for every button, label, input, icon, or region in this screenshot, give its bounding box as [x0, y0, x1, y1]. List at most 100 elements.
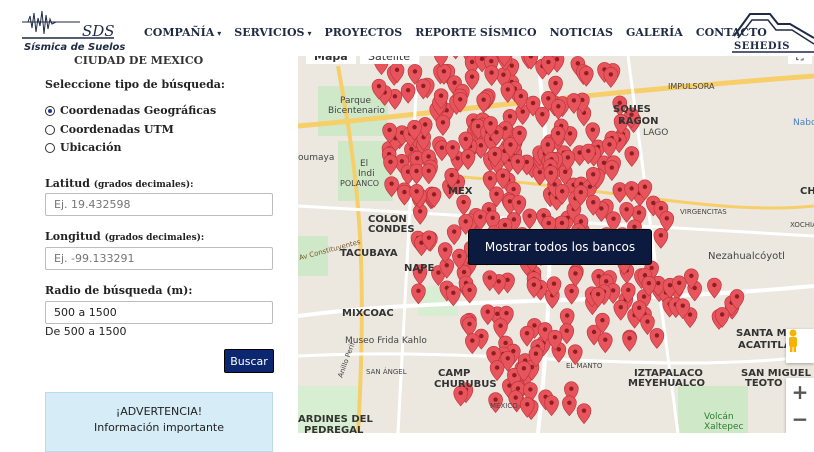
map-marker-dot: [656, 281, 660, 285]
radius-input[interactable]: [45, 301, 273, 324]
show-all-banks-button[interactable]: Mostrar todos los bancos: [468, 229, 652, 265]
map-marker-dot: [546, 60, 550, 64]
map-marker-icon[interactable]: [490, 361, 504, 381]
map-marker-dot: [619, 305, 623, 309]
map-label: Xaltepec: [704, 422, 743, 432]
map-marker-icon[interactable]: [577, 404, 591, 424]
map-marker-icon[interactable]: [568, 266, 582, 286]
map-marker-dot: [610, 165, 614, 169]
nav-compania[interactable]: COMPAÑÍA▾: [144, 26, 221, 39]
main-nav: COMPAÑÍA▾ SERVICIOS▾ PROYECTOS REPORTE S…: [144, 26, 780, 39]
zoom-out-button[interactable]: −: [786, 405, 814, 432]
map-marker-icon[interactable]: [579, 66, 593, 86]
map-marker-icon[interactable]: [605, 161, 619, 181]
logo-text: SDS: [82, 22, 115, 40]
map-label: oumaya: [298, 153, 334, 163]
map-marker-dot: [412, 125, 416, 129]
map-marker-icon[interactable]: [461, 150, 475, 170]
map-marker-dot: [513, 395, 517, 399]
map-marker-icon[interactable]: [545, 396, 559, 416]
nav-galeria[interactable]: GALERÍA: [626, 26, 683, 39]
map-marker-dot: [503, 223, 507, 227]
map-marker-icon[interactable]: [598, 333, 612, 353]
map-marker-dot: [607, 142, 611, 146]
latitude-label-text: Latitud: [45, 177, 90, 190]
map-marker-icon[interactable]: [613, 183, 627, 203]
nav-reporte-sismico[interactable]: REPORTE SÍSMICO: [415, 26, 536, 39]
map-marker-dot: [591, 172, 595, 176]
map-marker-icon[interactable]: [614, 300, 628, 320]
map-marker-dot: [547, 221, 551, 225]
map-marker-dot: [629, 186, 633, 190]
map-marker-dot: [532, 323, 536, 327]
map-marker-dot: [591, 128, 595, 132]
map-marker-dot: [525, 331, 529, 335]
map-marker-icon[interactable]: [625, 146, 639, 166]
map-marker-icon[interactable]: [654, 228, 668, 248]
fullscreen-icon[interactable]: ⛶: [788, 56, 812, 64]
map-marker-icon[interactable]: [449, 56, 463, 59]
map-marker-icon[interactable]: [485, 66, 499, 86]
nav-servicios[interactable]: SERVICIOS▾: [234, 26, 311, 39]
sds-logo[interactable]: SDS Sísmica de Suelos: [22, 10, 114, 54]
map-marker-icon[interactable]: [447, 225, 461, 245]
radio-ubicacion[interactable]: Ubicación: [45, 141, 122, 154]
map-marker-icon[interactable]: [650, 328, 664, 348]
map-marker-dot: [549, 400, 553, 404]
map-marker-icon[interactable]: [511, 154, 525, 174]
map-marker-icon[interactable]: [463, 283, 477, 303]
radio-coordenadas-geograficas[interactable]: Coordenadas Geográficas: [45, 104, 216, 117]
nav-proyectos[interactable]: PROYECTOS: [324, 26, 402, 39]
map-marker-icon[interactable]: [401, 83, 415, 103]
map-marker-dot: [458, 391, 462, 395]
latitude-input[interactable]: [45, 193, 273, 216]
map-marker-dot: [624, 207, 628, 211]
map-marker-icon[interactable]: [551, 99, 565, 119]
map-marker-icon[interactable]: [604, 67, 618, 87]
map-marker-dot: [493, 152, 497, 156]
radio-coordenadas-utm[interactable]: Coordenadas UTM: [45, 123, 174, 136]
map-marker-dot: [525, 160, 529, 164]
map-marker-icon[interactable]: [562, 396, 576, 416]
nav-noticias[interactable]: NOTICIAS: [550, 26, 613, 39]
map-marker-dot: [565, 328, 569, 332]
map-marker-icon[interactable]: [501, 82, 515, 102]
map-marker-dot: [532, 283, 536, 287]
radio-selected-icon: [45, 106, 55, 116]
tab-satelite[interactable]: Satélite: [360, 56, 418, 64]
map-label: POLANCO: [340, 179, 379, 188]
map-marker-dot: [461, 200, 465, 204]
map-marker-dot: [427, 236, 431, 240]
map-marker-icon[interactable]: [535, 107, 549, 127]
map-marker-dot: [458, 97, 462, 101]
tab-mapa[interactable]: Mapa: [306, 56, 356, 64]
map-marker-dot: [451, 291, 455, 295]
map-marker-icon[interactable]: [623, 331, 637, 351]
map-marker-dot: [481, 97, 485, 101]
map-marker-icon[interactable]: [465, 334, 479, 354]
map-marker-icon[interactable]: [481, 305, 495, 325]
map-marker-icon[interactable]: [457, 195, 471, 215]
map-marker-icon[interactable]: [523, 209, 537, 229]
map-marker-dot: [388, 160, 392, 164]
map-marker-dot: [452, 229, 456, 233]
map-marker-icon[interactable]: [620, 202, 634, 222]
map-marker-dot: [436, 270, 440, 274]
map-label: CONDES: [368, 224, 415, 235]
map-marker-dot: [557, 347, 561, 351]
pegman-icon[interactable]: [786, 329, 814, 363]
map-marker-dot: [553, 335, 557, 339]
map-label: CAMP: [438, 368, 470, 379]
map-marker-icon[interactable]: [602, 137, 616, 157]
map-marker-dot: [543, 327, 547, 331]
map-label: MEYEHUALCO: [628, 378, 705, 389]
longitude-input[interactable]: [45, 247, 273, 270]
search-button[interactable]: Buscar: [224, 349, 274, 373]
map-marker-icon[interactable]: [422, 164, 436, 184]
zoom-in-button[interactable]: +: [786, 378, 814, 405]
sehedis-logo[interactable]: SEHEDIS: [730, 6, 814, 56]
map-marker-icon[interactable]: [560, 324, 574, 344]
map-marker-icon[interactable]: [436, 115, 450, 135]
map-marker-dot: [642, 294, 646, 298]
map-view[interactable]: Mapa Satélite ⛶ Parque Bicentenario IMPU…: [298, 56, 814, 433]
